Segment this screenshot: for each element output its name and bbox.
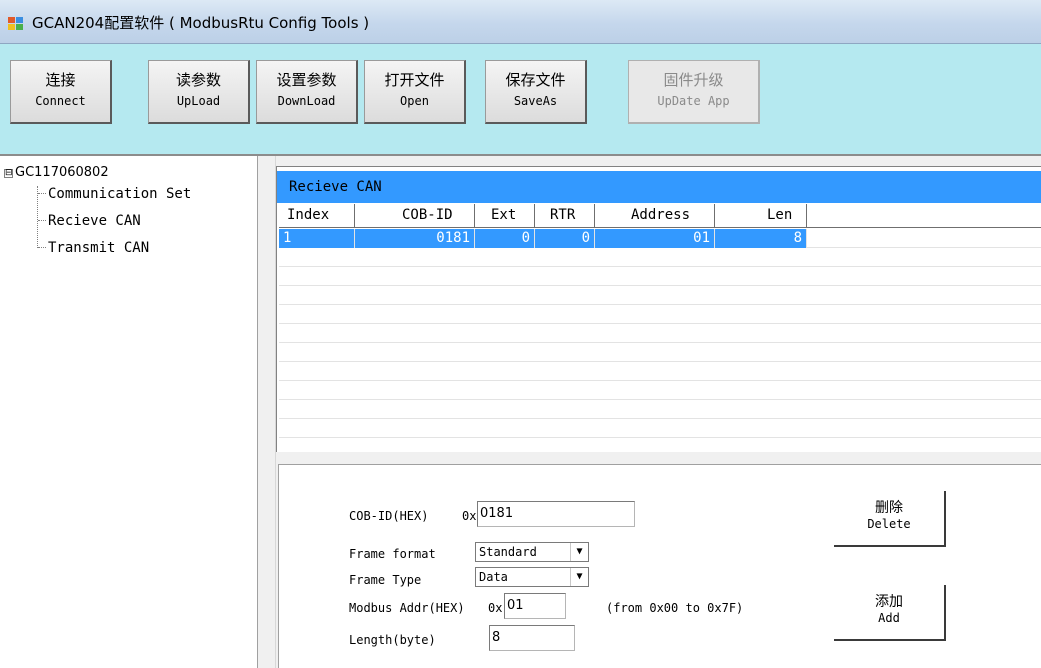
- frame-type-label: Frame Type: [349, 573, 422, 587]
- cell-index: 1: [279, 229, 355, 248]
- download-button[interactable]: 设置参数 DownLoad: [256, 60, 358, 124]
- connect-button-en-label: Connect: [35, 94, 86, 108]
- cob-id-label: COB-ID(HEX): [349, 509, 429, 523]
- column-header-cob-id[interactable]: COB-ID: [355, 204, 475, 228]
- device-tree: ⊟ GC117060802 Communication Set Recieve C…: [0, 156, 258, 668]
- delete-button[interactable]: 删除 Delete: [834, 491, 946, 547]
- empty-row: [279, 286, 1041, 305]
- empty-row: [279, 419, 1041, 438]
- empty-row: [279, 305, 1041, 324]
- save-as-button-en-label: SaveAs: [513, 94, 558, 108]
- tree-root-label: GC117060802: [15, 165, 109, 180]
- add-button-zh-label: 添加: [875, 594, 903, 610]
- empty-row: [279, 267, 1041, 286]
- cob-id-prefix: 0x: [462, 509, 477, 523]
- recieve-can-list-panel: Recieve CAN Index COB-ID Ext RTR Address…: [276, 166, 1041, 452]
- cob-id-input[interactable]: 0181: [477, 501, 635, 527]
- upload-button-en-label: UpLoad: [176, 94, 221, 108]
- empty-row: [279, 324, 1041, 343]
- cell-cob-id: 0181: [355, 229, 475, 248]
- modbus-addr-label: Modbus Addr(HEX): [349, 601, 465, 615]
- list-title: Recieve CAN: [277, 171, 1041, 203]
- frame-format-select[interactable]: Standard ▼: [475, 542, 589, 562]
- empty-row: [279, 400, 1041, 419]
- connect-button-zh-label: 连接: [45, 71, 76, 89]
- tree-item-communication-set[interactable]: Communication Set: [38, 186, 191, 202]
- chevron-down-icon[interactable]: ▼: [570, 568, 588, 586]
- window-title: GCAN204配置软件 ( ModbusRtu Config Tools ): [32, 14, 370, 32]
- frame-type-value: Data: [479, 570, 508, 584]
- upload-button-zh-label: 读参数: [175, 71, 221, 89]
- tree-item-recieve-can[interactable]: Recieve CAN: [38, 213, 141, 229]
- update-app-button[interactable]: 固件升级 UpDate App: [628, 60, 760, 124]
- table-row[interactable]: 1 0181 0 0 01 8: [279, 229, 1041, 248]
- download-button-en-label: DownLoad: [277, 94, 336, 108]
- cell-ext: 0: [475, 229, 535, 248]
- column-header-address[interactable]: Address: [595, 204, 715, 228]
- connect-button[interactable]: 连接 Connect: [10, 60, 112, 124]
- cell-filler: [807, 229, 1041, 248]
- length-input[interactable]: 8: [489, 625, 575, 651]
- add-button[interactable]: 添加 Add: [834, 585, 946, 641]
- save-as-button[interactable]: 保存文件 SaveAs: [485, 60, 587, 124]
- tree-item-label: Recieve CAN: [48, 213, 141, 229]
- column-header-rtr[interactable]: RTR: [535, 204, 595, 228]
- app-icon: [8, 17, 24, 30]
- update-app-button-zh-label: 固件升级: [663, 71, 724, 89]
- tree-item-transmit-can[interactable]: Transmit CAN: [38, 240, 149, 256]
- empty-row: [279, 381, 1041, 400]
- can-settings-form: COB-ID(HEX) 0x 0181 Frame format Standar…: [278, 464, 1041, 668]
- open-file-button[interactable]: 打开文件 Open: [364, 60, 466, 124]
- modbus-addr-input[interactable]: 01: [504, 593, 566, 619]
- splitter[interactable]: [258, 156, 276, 668]
- column-header-len[interactable]: Len: [715, 204, 807, 228]
- chevron-down-icon[interactable]: ▼: [570, 543, 588, 561]
- cell-address: 01: [595, 229, 715, 248]
- modbus-range-note: (from 0x00 to 0x7F): [606, 601, 744, 615]
- add-button-en-label: Add: [878, 611, 900, 625]
- frame-format-value: Standard: [479, 545, 537, 559]
- open-file-button-en-label: Open: [400, 94, 429, 108]
- download-button-zh-label: 设置参数: [276, 71, 337, 89]
- delete-button-en-label: Delete: [867, 517, 911, 531]
- frame-format-label: Frame format: [349, 547, 436, 561]
- column-header-index[interactable]: Index: [279, 204, 355, 228]
- length-label: Length(byte): [349, 633, 436, 647]
- column-header-filler: [807, 204, 1041, 228]
- tree-item-label: Transmit CAN: [48, 240, 150, 256]
- empty-row: [279, 248, 1041, 267]
- cell-rtr: 0: [535, 229, 595, 248]
- frame-type-select[interactable]: Data ▼: [475, 567, 589, 587]
- update-app-button-en-label: UpDate App: [657, 94, 730, 108]
- empty-row: [279, 343, 1041, 362]
- modbus-addr-prefix: 0x: [488, 601, 503, 615]
- delete-button-zh-label: 删除: [875, 500, 903, 516]
- can-settings-panel: COB-ID(HEX) 0x 0181 Frame format Standar…: [276, 452, 1041, 668]
- column-header-ext[interactable]: Ext: [475, 204, 535, 228]
- empty-row: [279, 362, 1041, 381]
- open-file-button-zh-label: 打开文件: [384, 71, 445, 89]
- save-as-button-zh-label: 保存文件: [505, 71, 566, 89]
- upload-button[interactable]: 读参数 UpLoad: [148, 60, 250, 124]
- tree-item-label: Communication Set: [48, 186, 192, 202]
- cell-len: 8: [715, 229, 807, 248]
- tree-root-node[interactable]: ⊟ GC117060802: [4, 165, 109, 180]
- title-bar: GCAN204配置软件 ( ModbusRtu Config Tools ): [0, 0, 1041, 44]
- collapse-icon[interactable]: ⊟: [4, 169, 13, 178]
- toolbar: 连接 Connect 读参数 UpLoad 设置参数 DownLoad 打开文件…: [0, 44, 1041, 156]
